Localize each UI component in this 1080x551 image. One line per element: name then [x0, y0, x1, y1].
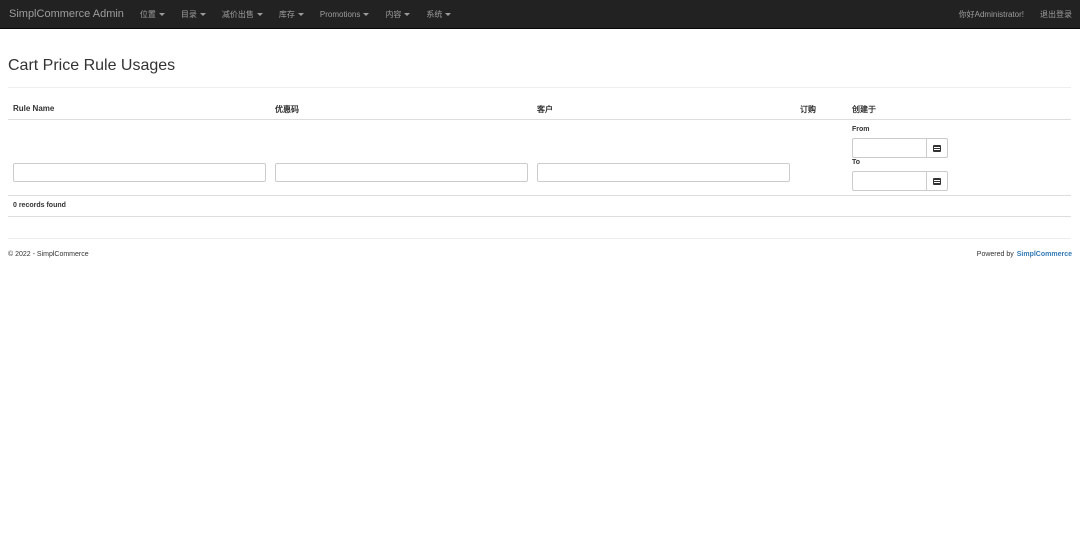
- simplcommerce-link[interactable]: SimplCommerce: [1017, 251, 1072, 258]
- from-date-calendar-button[interactable]: [926, 138, 948, 158]
- from-date-picker: [852, 138, 948, 158]
- main-menu: 位置 目录 减价出售 库存 Promotions 内容 系统: [140, 9, 467, 20]
- footer-powered-by: Powered by SimplCommerce: [977, 251, 1072, 258]
- from-date-input[interactable]: [852, 138, 926, 158]
- menu-location[interactable]: 位置: [140, 9, 165, 20]
- column-header-coupon-code[interactable]: 优惠码: [275, 104, 299, 115]
- column-header-order[interactable]: 订购: [800, 104, 816, 115]
- menu-system[interactable]: 系统: [426, 9, 452, 20]
- menu-promotions-label: Promotions: [319, 9, 361, 19]
- page-title: Cart Price Rule Usages: [8, 57, 176, 74]
- caret-down-icon: [256, 12, 263, 16]
- menu-sales-label: 减价出售: [221, 9, 254, 19]
- menu-catalog[interactable]: 目录: [181, 9, 206, 20]
- menu-catalog-label: 目录: [180, 9, 197, 19]
- to-date-label: To: [852, 159, 861, 166]
- records-count: 0 records found: [13, 202, 66, 209]
- menu-promotions[interactable]: Promotions: [319, 9, 370, 19]
- menu-content-label: 内容: [385, 9, 402, 19]
- menu-content[interactable]: 内容: [385, 9, 411, 20]
- rule-name-filter-input[interactable]: [13, 163, 266, 182]
- column-header-rule-name[interactable]: Rule Name: [13, 104, 54, 113]
- calendar-icon: [933, 144, 941, 152]
- menu-sales[interactable]: 减价出售: [222, 9, 263, 20]
- caret-down-icon: [297, 12, 304, 16]
- from-date-label: From: [852, 126, 870, 133]
- filter-divider: [8, 195, 1071, 196]
- menu-location-label: 位置: [139, 9, 156, 19]
- footer-divider: [8, 238, 1071, 239]
- brand-link[interactable]: SimplCommerce Admin: [9, 8, 124, 20]
- user-nav: 你好Administrator! 退出登录: [959, 0, 1072, 29]
- calendar-icon: [933, 177, 941, 185]
- to-date-picker: [852, 171, 948, 191]
- logout-button[interactable]: 退出登录: [1040, 9, 1072, 20]
- coupon-code-filter-input[interactable]: [275, 163, 528, 182]
- records-divider: [8, 216, 1071, 217]
- customer-filter-input[interactable]: [537, 163, 790, 182]
- caret-down-icon: [363, 12, 370, 16]
- menu-system-label: 系统: [426, 9, 443, 19]
- header-divider: [8, 119, 1071, 120]
- caret-down-icon: [404, 12, 411, 16]
- to-date-input[interactable]: [852, 171, 926, 191]
- column-header-customer[interactable]: 客户: [537, 104, 553, 115]
- user-greeting-link[interactable]: 你好Administrator!: [959, 9, 1024, 20]
- powered-by-text: Powered by: [976, 251, 1014, 258]
- caret-down-icon: [445, 12, 452, 16]
- menu-inventory-label: 库存: [278, 9, 295, 19]
- caret-down-icon: [158, 12, 165, 16]
- to-date-calendar-button[interactable]: [926, 171, 948, 191]
- caret-down-icon: [199, 12, 206, 16]
- top-navbar: SimplCommerce Admin 位置 目录 减价出售 库存 Promot…: [0, 0, 1080, 29]
- menu-inventory[interactable]: 库存: [279, 9, 304, 20]
- column-header-created-on[interactable]: 创建于: [852, 104, 876, 115]
- footer-copyright: © 2022 - SimplCommerce: [8, 251, 89, 258]
- title-divider: [8, 87, 1071, 88]
